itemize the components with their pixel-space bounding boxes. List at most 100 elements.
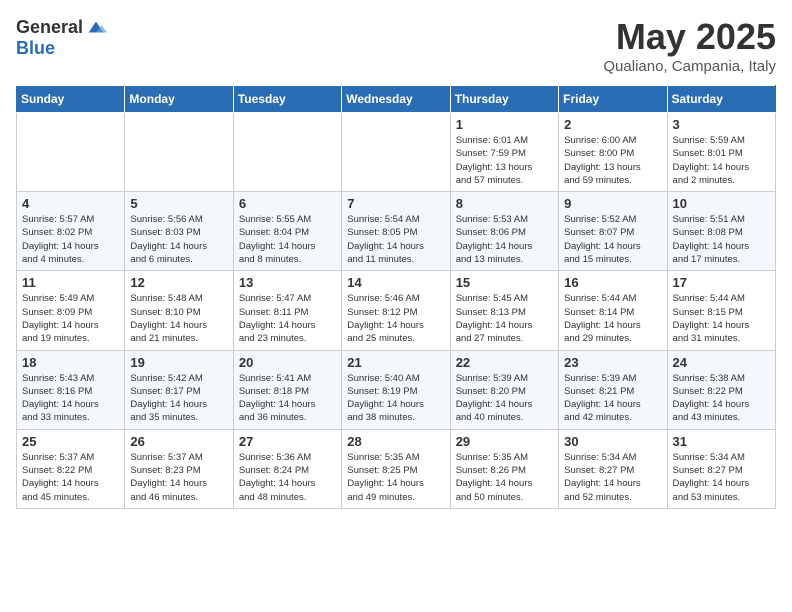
day-number: 26 [130,434,227,449]
day-cell [125,113,233,192]
day-cell: 23 Sunrise: 5:39 AM Sunset: 8:21 PM Dayli… [559,350,667,429]
day-cell: 5 Sunrise: 5:56 AM Sunset: 8:03 PM Daylig… [125,192,233,271]
logo: General Blue [16,16,107,59]
day-of-week-saturday: Saturday [667,86,775,113]
day-number: 28 [347,434,444,449]
day-of-week-friday: Friday [559,86,667,113]
day-cell [342,113,450,192]
day-info: Sunrise: 5:37 AM Sunset: 8:22 PM Dayligh… [22,451,119,504]
day-info: Sunrise: 5:42 AM Sunset: 8:17 PM Dayligh… [130,372,227,425]
day-info: Sunrise: 5:43 AM Sunset: 8:16 PM Dayligh… [22,372,119,425]
day-info: Sunrise: 5:49 AM Sunset: 8:09 PM Dayligh… [22,292,119,345]
day-info: Sunrise: 5:53 AM Sunset: 8:06 PM Dayligh… [456,213,553,266]
day-cell: 13Sunrise: 5:47 AM Sunset: 8:11 PM Dayli… [233,271,341,350]
day-info: Sunrise: 5:57 AM Sunset: 8:02 PM Dayligh… [22,213,119,266]
day-cell: 24 Sunrise: 5:38 AM Sunset: 8:22 PM Dayli… [667,350,775,429]
day-cell: 25 Sunrise: 5:37 AM Sunset: 8:22 PM Dayli… [17,429,125,508]
logo-blue-text: Blue [16,38,55,59]
day-number: 24 [673,355,770,370]
day-info: Sunrise: 6:01 AM Sunset: 7:59 PM Dayligh… [456,134,553,187]
day-number: 14 [347,275,444,290]
day-info: Sunrise: 5:39 AM Sunset: 8:21 PM Dayligh… [564,372,661,425]
day-number: 19 [130,355,227,370]
day-cell: 4 Sunrise: 5:57 AM Sunset: 8:02 PM Daylig… [17,192,125,271]
day-number: 4 [22,196,119,211]
day-number: 29 [456,434,553,449]
day-number: 22 [456,355,553,370]
day-number: 27 [239,434,336,449]
day-cell: 21Sunrise: 5:40 AM Sunset: 8:19 PM Dayli… [342,350,450,429]
day-cell: 8 Sunrise: 5:53 AM Sunset: 8:06 PM Daylig… [450,192,558,271]
week-row-3: 11 Sunrise: 5:49 AM Sunset: 8:09 PM Dayli… [17,271,776,350]
week-row-5: 25 Sunrise: 5:37 AM Sunset: 8:22 PM Dayli… [17,429,776,508]
day-info: Sunrise: 5:55 AM Sunset: 8:04 PM Dayligh… [239,213,336,266]
day-info: Sunrise: 5:34 AM Sunset: 8:27 PM Dayligh… [673,451,770,504]
day-number: 11 [22,275,119,290]
day-number: 15 [456,275,553,290]
day-cell: 1Sunrise: 6:01 AM Sunset: 7:59 PM Daylig… [450,113,558,192]
day-number: 12 [130,275,227,290]
day-cell: 30Sunrise: 5:34 AM Sunset: 8:27 PM Dayli… [559,429,667,508]
day-number: 23 [564,355,661,370]
logo-icon [85,16,107,38]
logo-general-text: General [16,17,83,38]
day-of-week-monday: Monday [125,86,233,113]
day-cell: 17 Sunrise: 5:44 AM Sunset: 8:15 PM Dayli… [667,271,775,350]
calendar-body: 1Sunrise: 6:01 AM Sunset: 7:59 PM Daylig… [17,113,776,509]
day-number: 16 [564,275,661,290]
day-info: Sunrise: 5:44 AM Sunset: 8:15 PM Dayligh… [673,292,770,345]
day-cell: 18Sunrise: 5:43 AM Sunset: 8:16 PM Dayli… [17,350,125,429]
day-cell: 15Sunrise: 5:45 AM Sunset: 8:13 PM Dayli… [450,271,558,350]
day-number: 25 [22,434,119,449]
day-cell: 28 Sunrise: 5:35 AM Sunset: 8:25 PM Dayli… [342,429,450,508]
day-info: Sunrise: 5:51 AM Sunset: 8:08 PM Dayligh… [673,213,770,266]
day-number: 7 [347,196,444,211]
page-header: General Blue May 2025 Qualiano, Campania… [16,16,776,75]
day-info: Sunrise: 5:52 AM Sunset: 8:07 PM Dayligh… [564,213,661,266]
day-cell: 26 Sunrise: 5:37 AM Sunset: 8:23 PM Dayli… [125,429,233,508]
day-info: Sunrise: 5:35 AM Sunset: 8:25 PM Dayligh… [347,451,444,504]
day-info: Sunrise: 5:38 AM Sunset: 8:22 PM Dayligh… [673,372,770,425]
day-info: Sunrise: 5:39 AM Sunset: 8:20 PM Dayligh… [456,372,553,425]
day-number: 2 [564,117,661,132]
day-number: 10 [673,196,770,211]
day-of-week-tuesday: Tuesday [233,86,341,113]
day-of-week-wednesday: Wednesday [342,86,450,113]
day-cell: 2Sunrise: 6:00 AM Sunset: 8:00 PM Daylig… [559,113,667,192]
days-of-week-row: SundayMondayTuesdayWednesdayThursdayFrid… [17,86,776,113]
day-info: Sunrise: 5:46 AM Sunset: 8:12 PM Dayligh… [347,292,444,345]
day-cell: 3 Sunrise: 5:59 AM Sunset: 8:01 PM Daylig… [667,113,775,192]
day-number: 5 [130,196,227,211]
day-info: Sunrise: 5:56 AM Sunset: 8:03 PM Dayligh… [130,213,227,266]
title-section: May 2025 Qualiano, Campania, Italy [603,16,776,75]
calendar-table: SundayMondayTuesdayWednesdayThursdayFrid… [16,85,776,509]
day-number: 3 [673,117,770,132]
day-cell: 10 Sunrise: 5:51 AM Sunset: 8:08 PM Dayli… [667,192,775,271]
day-number: 17 [673,275,770,290]
week-row-1: 1Sunrise: 6:01 AM Sunset: 7:59 PM Daylig… [17,113,776,192]
day-info: Sunrise: 5:36 AM Sunset: 8:24 PM Dayligh… [239,451,336,504]
day-cell: 16 Sunrise: 5:44 AM Sunset: 8:14 PM Dayli… [559,271,667,350]
day-info: Sunrise: 5:41 AM Sunset: 8:18 PM Dayligh… [239,372,336,425]
day-cell: 22 Sunrise: 5:39 AM Sunset: 8:20 PM Dayli… [450,350,558,429]
day-number: 13 [239,275,336,290]
day-info: Sunrise: 5:40 AM Sunset: 8:19 PM Dayligh… [347,372,444,425]
day-info: Sunrise: 5:34 AM Sunset: 8:27 PM Dayligh… [564,451,661,504]
day-info: Sunrise: 5:59 AM Sunset: 8:01 PM Dayligh… [673,134,770,187]
day-number: 20 [239,355,336,370]
day-number: 8 [456,196,553,211]
day-info: Sunrise: 5:35 AM Sunset: 8:26 PM Dayligh… [456,451,553,504]
day-cell [17,113,125,192]
day-cell: 20 Sunrise: 5:41 AM Sunset: 8:18 PM Dayli… [233,350,341,429]
day-cell: 12 Sunrise: 5:48 AM Sunset: 8:10 PM Dayli… [125,271,233,350]
day-info: Sunrise: 5:48 AM Sunset: 8:10 PM Dayligh… [130,292,227,345]
day-cell: 19 Sunrise: 5:42 AM Sunset: 8:17 PM Dayli… [125,350,233,429]
day-cell: 27 Sunrise: 5:36 AM Sunset: 8:24 PM Dayli… [233,429,341,508]
location: Qualiano, Campania, Italy [603,58,776,75]
day-info: Sunrise: 5:37 AM Sunset: 8:23 PM Dayligh… [130,451,227,504]
day-info: Sunrise: 5:44 AM Sunset: 8:14 PM Dayligh… [564,292,661,345]
day-cell: 6Sunrise: 5:55 AM Sunset: 8:04 PM Daylig… [233,192,341,271]
week-row-4: 18Sunrise: 5:43 AM Sunset: 8:16 PM Dayli… [17,350,776,429]
month-title: May 2025 [603,16,776,58]
day-info: Sunrise: 5:54 AM Sunset: 8:05 PM Dayligh… [347,213,444,266]
